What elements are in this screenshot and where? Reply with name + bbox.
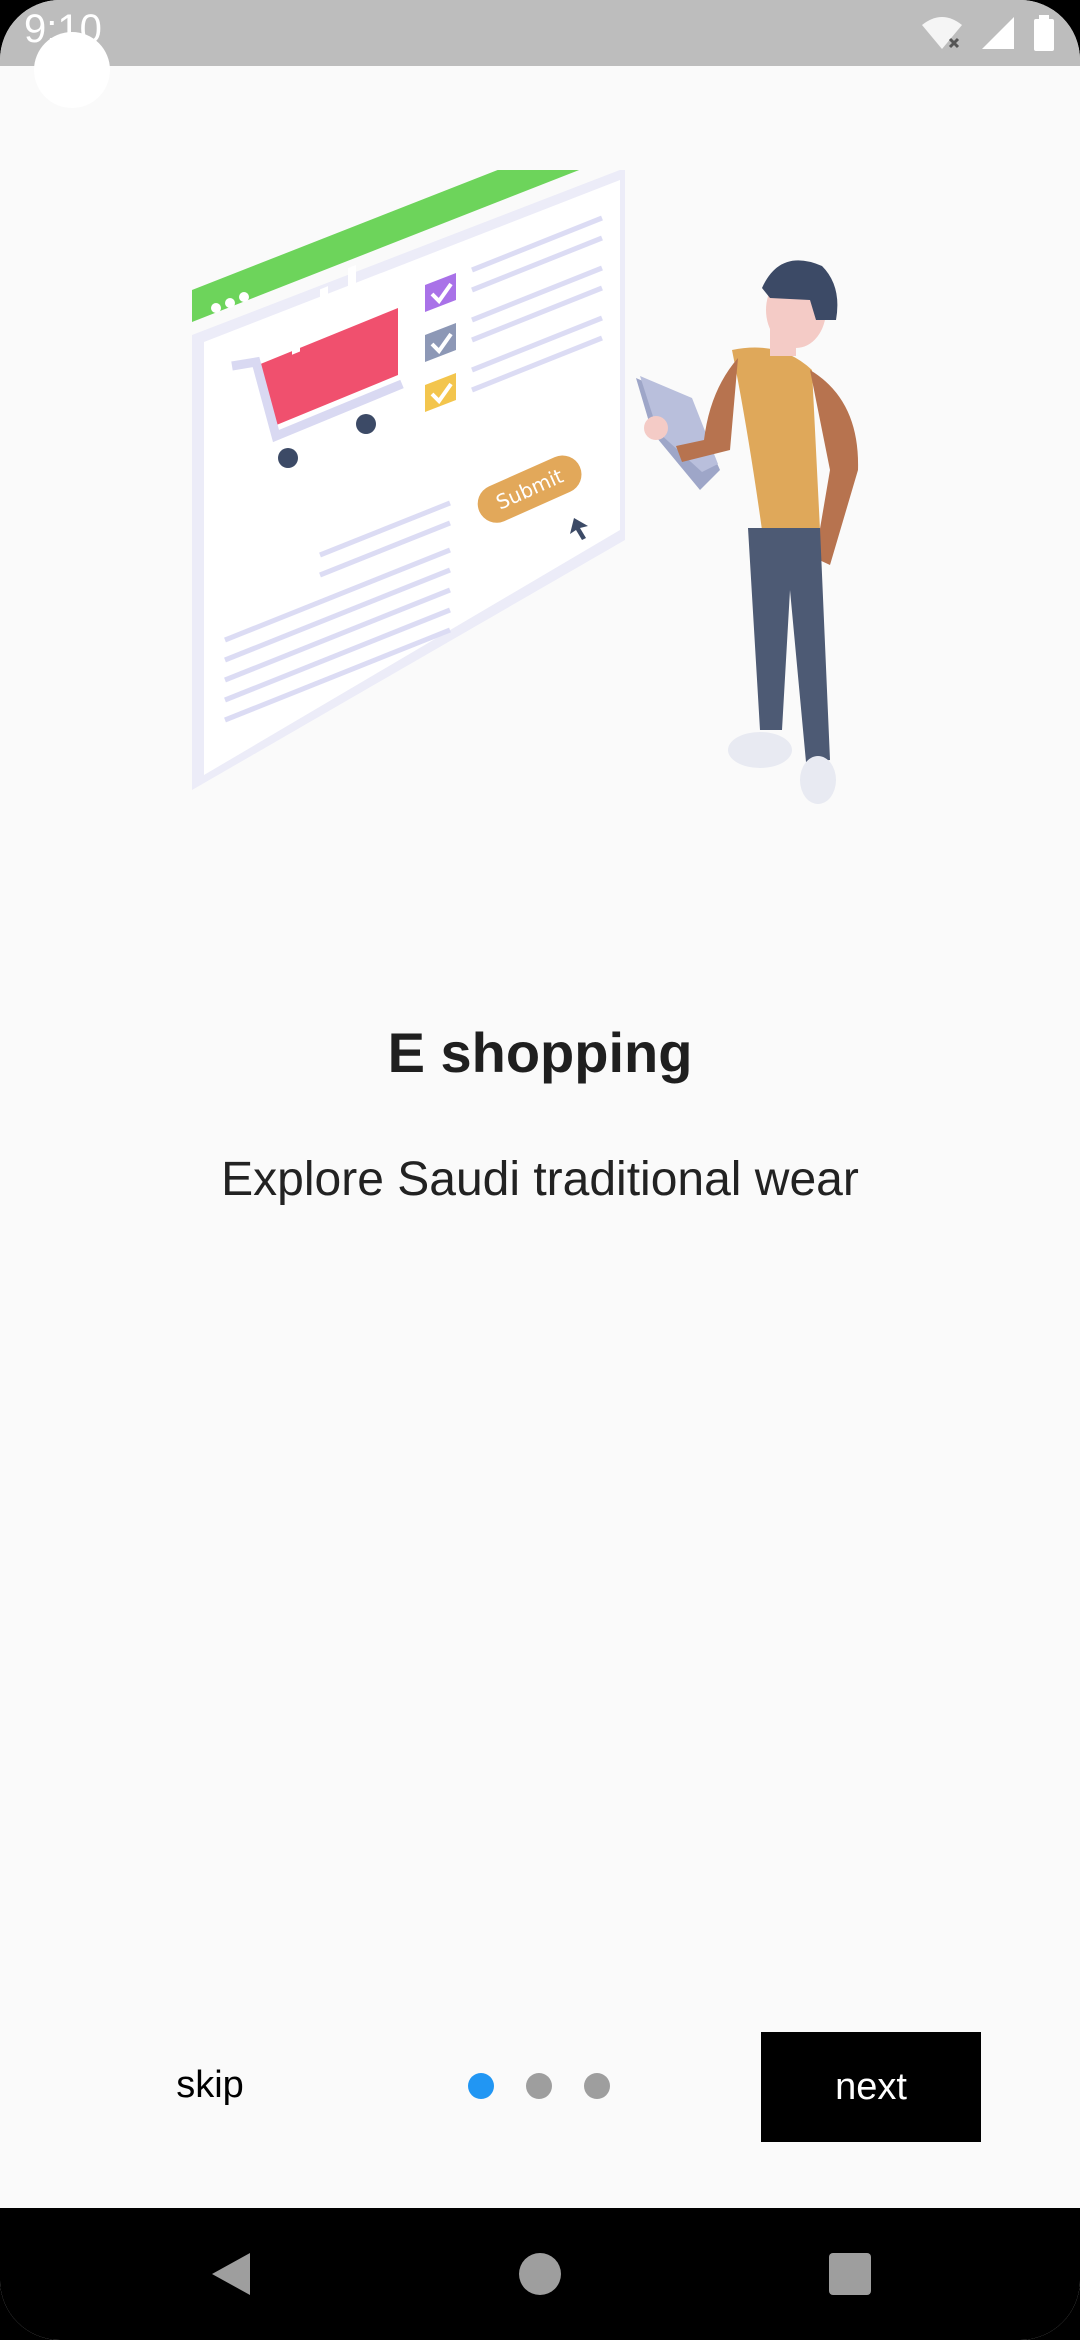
status-bar: 9:10 [0, 0, 1080, 66]
skip-button[interactable]: skip [140, 2050, 280, 2120]
person-illustration [636, 260, 859, 804]
onboarding-subtitle: Explore Saudi traditional wear [221, 1153, 859, 1206]
back-button[interactable] [190, 2208, 270, 2340]
page-dot-2[interactable] [526, 2073, 552, 2099]
next-button[interactable]: next [761, 2032, 981, 2142]
page-indicator [468, 2073, 610, 2099]
recents-icon [829, 2253, 871, 2295]
signal-icon [982, 17, 1014, 49]
navigation-bar [0, 2208, 1080, 2340]
browser-window-illustration: Submit [192, 170, 625, 790]
e-shopping-illustration: Submit [192, 170, 859, 804]
page-dot-3[interactable] [584, 2073, 610, 2099]
camera-cutout [34, 32, 110, 108]
home-icon [519, 2253, 561, 2295]
home-button[interactable] [500, 2208, 580, 2340]
back-icon [212, 2253, 250, 2295]
recents-button[interactable] [810, 2208, 890, 2340]
onboarding-title: E shopping [387, 1021, 693, 1084]
page-dot-1[interactable] [468, 2073, 494, 2099]
wifi-off-icon [922, 17, 962, 49]
battery-icon [1034, 15, 1054, 51]
onboarding-screen: 9:10 Submit E shopping Explore Saudi tra… [0, 0, 1080, 2340]
status-icons [920, 14, 1056, 52]
